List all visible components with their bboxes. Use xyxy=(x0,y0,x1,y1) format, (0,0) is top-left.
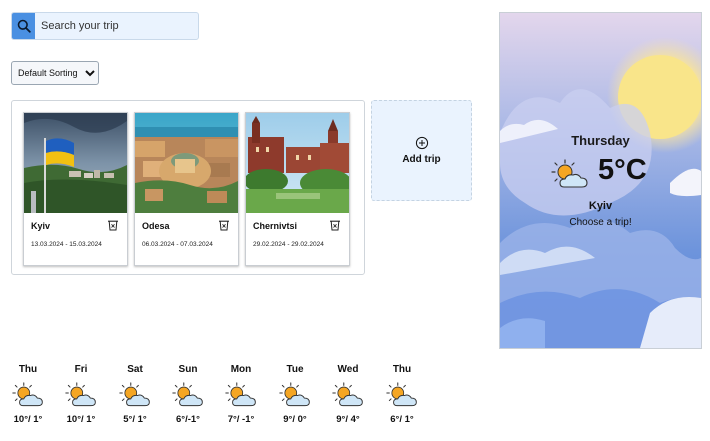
forecast-temp: 6°/-1° xyxy=(176,414,200,425)
odesa-photo xyxy=(135,113,238,213)
partly-cloudy-icon xyxy=(225,382,256,407)
forecast-day-name: Thu xyxy=(392,364,412,375)
forecast-temp: 9°/ 0° xyxy=(283,414,307,425)
trip-city: Kyiv xyxy=(31,221,51,231)
trip-card-odesa[interactable]: Odesa 06.03.2024 - 07.03.2024 xyxy=(134,112,239,266)
weather-subtitle: Choose a trip! xyxy=(569,217,632,228)
forecast-temp: 9°/ 4° xyxy=(336,414,360,425)
forecast-temp: 6°/ 1° xyxy=(390,414,414,425)
trip-dates: 13.03.2024 - 15.03.2024 xyxy=(31,241,102,248)
forecast-day: Thu 10°/ 1° xyxy=(3,362,53,432)
forecast-day-name: Sun xyxy=(178,364,198,375)
forecast-day: Wed 9°/ 4° xyxy=(323,362,373,432)
forecast-temp: 10°/ 1° xyxy=(66,414,96,425)
forecast-day: Fri 10°/ 1° xyxy=(56,362,106,432)
forecast-day-name: Tue xyxy=(286,364,304,375)
forecast-day-name: Mon xyxy=(230,364,252,375)
trip-card-kyiv[interactable]: Kyiv 13.03.2024 - 15.03.2024 xyxy=(23,112,128,266)
partly-cloudy-icon xyxy=(279,382,310,407)
chernivtsi-photo xyxy=(246,113,349,213)
partly-cloudy-icon xyxy=(551,159,588,188)
sorting-select[interactable]: Default Sorting xyxy=(11,61,99,85)
search-bar xyxy=(11,12,199,40)
forecast-day: Tue 9°/ 0° xyxy=(270,362,320,432)
trip-list: Kyiv 13.03.2024 - 15.03.2024 Odesa 06.03… xyxy=(11,100,365,275)
forecast-day-name: Thu xyxy=(18,364,38,375)
weather-city: Kyiv xyxy=(588,200,613,212)
trip-card-chernivtsi[interactable]: Chernivtsi 29.02.2024 - 29.02.2024 xyxy=(245,112,350,266)
weather-temperature: 5°C xyxy=(598,154,647,186)
partly-cloudy-icon xyxy=(65,382,96,407)
partly-cloudy-icon xyxy=(12,382,43,407)
trip-city: Odesa xyxy=(142,221,170,231)
forecast-temp: 10°/ 1° xyxy=(13,414,43,425)
trip-dates: 06.03.2024 - 07.03.2024 xyxy=(142,241,213,248)
forecast-day: Mon 7°/ -1° xyxy=(216,362,266,432)
kyiv-photo xyxy=(24,113,127,213)
trip-city: Chernivtsi xyxy=(253,221,298,231)
add-trip-label: Add trip xyxy=(402,154,441,165)
partly-cloudy-icon xyxy=(119,382,150,407)
forecast-temp: 5°/ 1° xyxy=(123,414,147,425)
delete-icon[interactable] xyxy=(107,219,119,231)
search-input[interactable] xyxy=(35,13,198,39)
forecast-day: Thu 6°/ 1° xyxy=(377,362,427,432)
plus-circle-icon xyxy=(415,136,429,150)
forecast-day-name: Sat xyxy=(127,364,143,375)
partly-cloudy-icon xyxy=(332,382,363,407)
delete-icon[interactable] xyxy=(218,219,230,231)
search-icon xyxy=(17,19,31,33)
partly-cloudy-icon xyxy=(386,382,417,407)
forecast-day-name: Fri xyxy=(74,364,88,375)
weather-day: Thursday xyxy=(571,133,630,148)
forecast-day: Sun 6°/-1° xyxy=(163,362,213,432)
delete-icon[interactable] xyxy=(329,219,341,231)
weather-panel: Thursday 5°C Kyiv Choose a trip! xyxy=(499,12,702,349)
add-trip-button[interactable]: Add trip xyxy=(371,100,472,201)
forecast-day: Sat 5°/ 1° xyxy=(110,362,160,432)
forecast-temp: 7°/ -1° xyxy=(227,414,255,425)
search-button[interactable] xyxy=(12,13,35,39)
trip-dates: 29.02.2024 - 29.02.2024 xyxy=(253,241,324,248)
forecast-day-name: Wed xyxy=(337,364,359,375)
partly-cloudy-icon xyxy=(172,382,203,407)
